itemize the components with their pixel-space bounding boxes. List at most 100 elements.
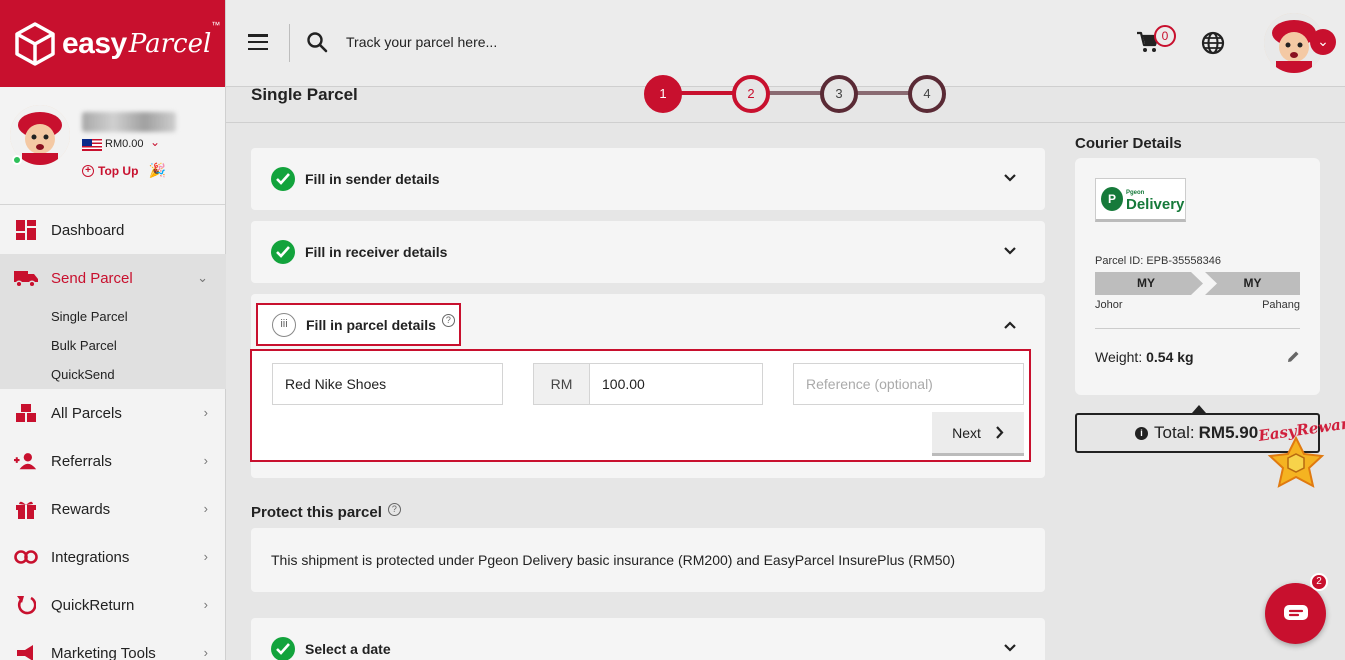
chevron-up-icon[interactable] bbox=[1003, 318, 1017, 332]
sidebar-item-send-parcel[interactable]: Send Parcel ⌄ bbox=[0, 254, 226, 302]
courier-details-card: P Pgeon Delivery Parcel ID: EPB-35558346… bbox=[1075, 158, 1320, 395]
destination-country: MY bbox=[1243, 276, 1262, 290]
chat-notification-badge: 2 bbox=[1310, 573, 1328, 591]
page-title: Single Parcel bbox=[251, 85, 358, 104]
title-divider bbox=[226, 122, 1345, 123]
help-question-icon[interactable]: ? bbox=[441, 314, 455, 327]
sidebar-item-label: Integrations bbox=[51, 548, 130, 566]
search-icon[interactable] bbox=[306, 31, 328, 53]
profile-panel: RM0.00 ⌄ + Top Up 🎉 bbox=[0, 87, 225, 205]
sidebar-item-rewards[interactable]: Rewards › bbox=[0, 485, 226, 533]
hamburger-menu-icon[interactable] bbox=[248, 34, 268, 50]
sidebar: easy Parcel ™ RM0.00 ⌄ + Top Up 🎉 Dashbo… bbox=[0, 0, 226, 660]
main-content: Single Parcel 1 2 3 4 Fill in sender det… bbox=[226, 75, 1345, 660]
sidebar-item-label: Rewards bbox=[51, 500, 111, 518]
help-question-icon[interactable]: ? bbox=[387, 503, 401, 516]
gift-icon bbox=[14, 498, 38, 520]
submenu-item-single-parcel[interactable]: Single Parcel bbox=[0, 302, 226, 331]
protection-info-text: This shipment is protected under Pgeon D… bbox=[271, 552, 955, 568]
sidebar-item-label: Dashboard bbox=[51, 221, 125, 239]
top-up-label: Top Up bbox=[98, 163, 139, 178]
wallet-balance: RM0.00 bbox=[105, 138, 144, 150]
protect-title: Protect this parcel bbox=[251, 504, 382, 521]
section-title: Fill in sender details bbox=[305, 171, 440, 187]
origin-state: Johor bbox=[1095, 299, 1123, 311]
top-bar: 0 ⌄ bbox=[226, 0, 1345, 87]
plus-circle-icon: + bbox=[82, 164, 94, 177]
sidebar-item-label: Send Parcel bbox=[51, 269, 133, 287]
courier-details-title: Courier Details bbox=[1075, 135, 1182, 152]
sidebar-item-integrations[interactable]: Integrations › bbox=[0, 533, 226, 581]
step-2: 2 bbox=[732, 75, 770, 113]
currency-prefix: RM bbox=[533, 363, 590, 405]
sender-details-section[interactable]: Fill in sender details bbox=[251, 148, 1045, 210]
next-label: Next bbox=[952, 424, 981, 441]
submenu-item-quicksend[interactable]: QuickSend bbox=[0, 360, 226, 389]
route-indicator: MY MY bbox=[1095, 272, 1300, 295]
step-iii-icon: iii bbox=[272, 312, 296, 337]
select-date-header[interactable]: Select a date bbox=[251, 618, 1045, 660]
chevron-down-icon[interactable]: ⌄ bbox=[1310, 29, 1336, 55]
track-parcel-search-input[interactable] bbox=[346, 30, 746, 54]
step-connector bbox=[856, 91, 914, 95]
check-circle-icon bbox=[271, 637, 295, 660]
chat-button[interactable] bbox=[1265, 583, 1326, 644]
select-date-section[interactable]: Select a date bbox=[251, 618, 1045, 660]
balance-dropdown-chevron-icon[interactable]: ⌄ bbox=[150, 135, 160, 149]
brand-trademark: ™ bbox=[211, 20, 221, 30]
sidebar-item-label: QuickReturn bbox=[51, 596, 135, 614]
next-button[interactable]: Next bbox=[932, 412, 1024, 456]
destination-state: Pahang bbox=[1262, 299, 1300, 311]
malaysia-flag-icon bbox=[82, 139, 102, 151]
step-connector bbox=[768, 91, 826, 95]
parcel-value-input[interactable] bbox=[589, 363, 763, 405]
parcel-weight: Weight: 0.54 kg bbox=[1095, 349, 1194, 365]
pencil-edit-icon[interactable] bbox=[1287, 350, 1300, 363]
parcels-icon bbox=[14, 402, 38, 424]
receiver-details-section[interactable]: Fill in receiver details bbox=[251, 221, 1045, 283]
chevron-down-icon: ⌄ bbox=[197, 270, 208, 285]
cube-logo-icon bbox=[15, 21, 55, 66]
sidebar-item-label: Marketing Tools bbox=[51, 644, 156, 660]
chat-bubble-icon bbox=[1283, 604, 1308, 620]
parcel-content-input[interactable] bbox=[272, 363, 503, 405]
section-title: Fill in parcel details bbox=[306, 316, 436, 333]
online-status-dot bbox=[12, 155, 22, 165]
sidebar-item-marketing-tools[interactable]: Marketing Tools › bbox=[0, 629, 226, 660]
sidebar-item-all-parcels[interactable]: All Parcels › bbox=[0, 389, 226, 437]
progress-stepper: 1 2 3 4 bbox=[644, 75, 964, 115]
sidebar-item-dashboard[interactable]: Dashboard bbox=[0, 206, 226, 254]
easyreward-badge[interactable]: EasyReward bbox=[1257, 412, 1345, 496]
top-up-link[interactable]: + Top Up 🎉 bbox=[82, 162, 166, 179]
sidebar-item-referrals[interactable]: Referrals › bbox=[0, 437, 226, 485]
megaphone-icon bbox=[14, 642, 38, 660]
chevron-right-icon: › bbox=[203, 501, 208, 516]
globe-language-icon[interactable] bbox=[1201, 31, 1225, 55]
return-icon bbox=[14, 594, 38, 616]
brand-word-parcel: Parcel bbox=[128, 28, 212, 59]
reference-input[interactable] bbox=[793, 363, 1024, 405]
courier-logo: P Pgeon Delivery bbox=[1095, 178, 1186, 222]
chevron-right-icon: › bbox=[203, 549, 208, 564]
referrals-icon bbox=[14, 450, 38, 472]
dashboard-icon bbox=[14, 219, 38, 241]
chevron-right-icon: › bbox=[203, 453, 208, 468]
courier-logo-main-text: Delivery bbox=[1126, 196, 1185, 213]
brand-word-easy: easy bbox=[62, 26, 127, 60]
brand-logo[interactable]: easy Parcel ™ bbox=[0, 0, 225, 87]
check-circle-icon bbox=[271, 167, 295, 191]
parcel-details-header[interactable]: iii Fill in parcel details ? bbox=[256, 303, 461, 346]
party-popper-icon: 🎉 bbox=[148, 162, 166, 178]
submenu-item-bulk-parcel[interactable]: Bulk Parcel bbox=[0, 331, 226, 360]
courier-logo-text: Pgeon Delivery bbox=[1126, 187, 1185, 213]
sidebar-item-quickreturn[interactable]: QuickReturn › bbox=[0, 581, 226, 629]
chevron-down-icon bbox=[1004, 174, 1016, 182]
section-title: Fill in receiver details bbox=[305, 244, 448, 260]
chevron-down-icon bbox=[1004, 247, 1016, 255]
chevron-down-icon bbox=[1004, 644, 1016, 652]
info-icon[interactable]: i bbox=[1135, 426, 1148, 440]
sender-details-header[interactable]: Fill in sender details bbox=[251, 148, 1045, 210]
truck-icon bbox=[14, 267, 38, 289]
receiver-details-header[interactable]: Fill in receiver details bbox=[251, 221, 1045, 283]
chevron-right-icon: › bbox=[203, 645, 208, 660]
